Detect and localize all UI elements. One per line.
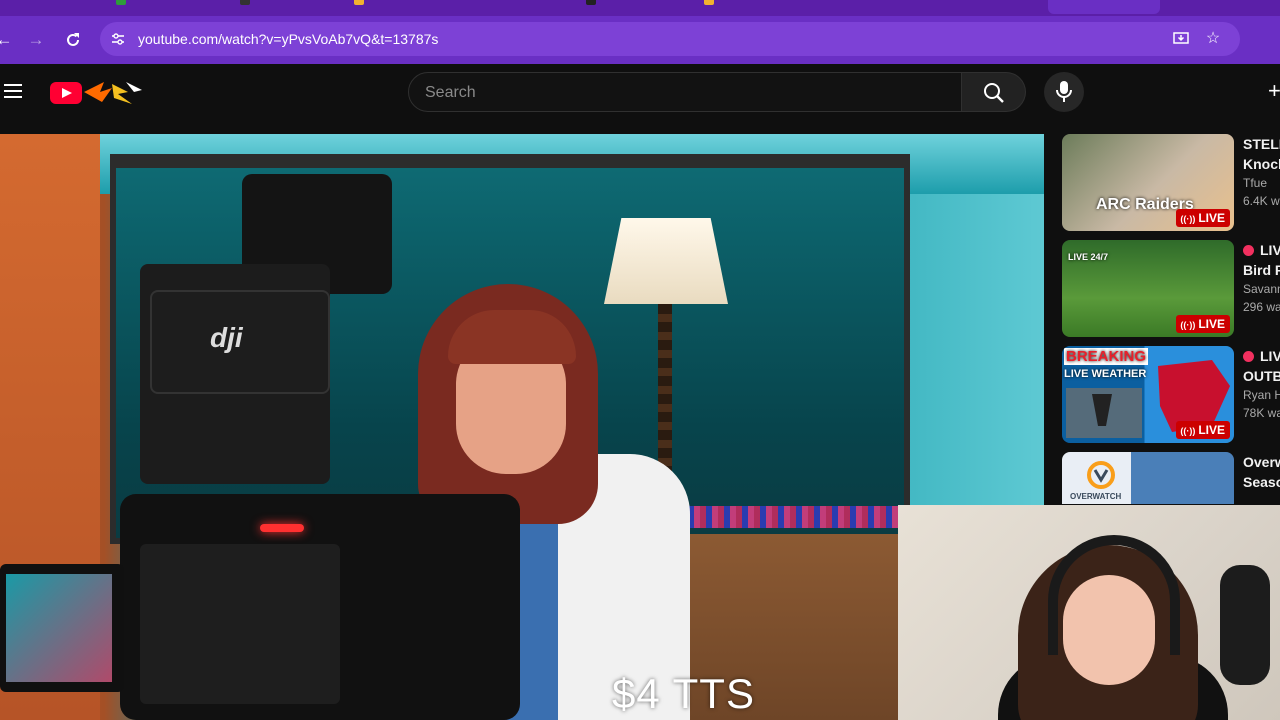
- monitor-image: [6, 574, 112, 682]
- star-icon[interactable]: ☆: [1204, 30, 1222, 48]
- search-placeholder: Search: [425, 84, 476, 101]
- video-thumbnail[interactable]: ARC Raiders LIVE: [1062, 134, 1234, 231]
- search-icon: [984, 83, 1004, 103]
- video-title[interactable]: STELL: [1243, 134, 1280, 154]
- tab-favicon: [704, 0, 714, 5]
- tab-favicon: [240, 0, 250, 5]
- video-scene-dji-device: dji: [150, 290, 330, 394]
- browser-tab[interactable]: [350, 0, 470, 14]
- view-count: 296 wa: [1243, 300, 1280, 314]
- view-count: 6.4K w: [1243, 194, 1280, 208]
- browser-tab[interactable]: [580, 0, 700, 14]
- thumbnail-text: OVERWATCH: [1070, 492, 1122, 501]
- related-video[interactable]: BREAKING LIVE WEATHER LIVE LIV OUTB Ryan…: [1062, 346, 1280, 446]
- youtube-logo[interactable]: [50, 82, 82, 104]
- back-button[interactable]: ←: [0, 28, 16, 52]
- video-scene-lamp: [604, 218, 728, 304]
- forward-button[interactable]: →: [24, 28, 48, 52]
- site-settings-icon[interactable]: [110, 31, 126, 47]
- live-badge: LIVE: [1176, 421, 1230, 439]
- record-light: [260, 524, 304, 532]
- live-indicator-icon: [1243, 351, 1254, 362]
- video-title-line2[interactable]: Bird F: [1243, 260, 1280, 280]
- browser-tab-active[interactable]: [1048, 0, 1160, 14]
- video-meta: STELL Knock Tfue 6.4K w: [1243, 134, 1280, 210]
- video-title[interactable]: LIV: [1243, 346, 1280, 366]
- video-scene-camera: [120, 494, 520, 720]
- video-title[interactable]: Overw: [1243, 452, 1280, 472]
- browser-tab[interactable]: [230, 0, 350, 14]
- headset-icon: [1048, 535, 1180, 655]
- channel-name[interactable]: Ryan H: [1243, 386, 1280, 404]
- arrow-right-icon: →: [27, 30, 45, 49]
- reload-button[interactable]: [61, 28, 85, 52]
- live-badge: LIVE: [1176, 315, 1230, 333]
- create-button[interactable]: +: [1268, 78, 1280, 104]
- voice-search-button[interactable]: [1044, 72, 1084, 112]
- view-count: 78K wa: [1243, 406, 1280, 420]
- microphone-stand: [1220, 565, 1270, 685]
- video-overlay-text: $4 TTS: [612, 670, 755, 717]
- browser-tab[interactable]: [700, 0, 820, 14]
- video-meta: Overw Seaso: [1243, 452, 1280, 492]
- tab-favicon: [586, 0, 596, 5]
- channel-name[interactable]: Savann: [1243, 280, 1280, 298]
- live-badge: LIVE: [1176, 209, 1230, 227]
- browser-toolbar: ← → youtube.com/watch?v=yPvsVoAb7vQ&t=13…: [0, 16, 1280, 64]
- related-video[interactable]: OVERWATCH Overw Seaso: [1062, 452, 1280, 504]
- video-thumbnail[interactable]: LIVE 24/7 LIVE: [1062, 240, 1234, 337]
- video-scene-person-bangs: [448, 310, 576, 364]
- url-text[interactable]: youtube.com/watch?v=yPvsVoAb7vQ&t=13787s: [138, 31, 438, 47]
- address-bar[interactable]: youtube.com/watch?v=yPvsVoAb7vQ&t=13787s…: [100, 22, 1240, 56]
- arrow-left-icon: ←: [0, 30, 13, 49]
- video-title-line2[interactable]: Knock: [1243, 154, 1280, 174]
- channel-name[interactable]: Tfue: [1243, 174, 1280, 192]
- video-title[interactable]: LIV: [1243, 240, 1280, 260]
- video-scene-monitor: [0, 564, 124, 692]
- camera-screen: [140, 544, 340, 704]
- webcam-overlay: [898, 505, 1280, 720]
- overwatch-logo-icon: [1087, 461, 1115, 489]
- video-meta: LIV OUTB Ryan H 78K wa: [1243, 346, 1280, 422]
- related-video[interactable]: LIVE 24/7 LIVE LIV Bird F Savann 296 wa: [1062, 240, 1280, 340]
- video-player[interactable]: dji $4 TTS: [0, 134, 1044, 720]
- tab-favicon: [354, 0, 364, 5]
- video-title-line2[interactable]: Seaso: [1243, 472, 1280, 492]
- video-thumbnail[interactable]: OVERWATCH: [1062, 452, 1234, 504]
- reload-icon: [67, 33, 79, 46]
- search-input[interactable]: Search: [408, 72, 962, 112]
- live-indicator-icon: [1243, 245, 1254, 256]
- tab-favicon: [116, 0, 126, 5]
- install-app-icon[interactable]: [1172, 30, 1190, 48]
- video-title-line2[interactable]: OUTB: [1243, 366, 1280, 386]
- custom-logo-art: [84, 82, 142, 104]
- browser-tab[interactable]: [100, 0, 220, 14]
- video-meta: LIV Bird F Savann 296 wa: [1243, 240, 1280, 316]
- dji-logo: dji: [210, 322, 243, 353]
- youtube-header: Search +: [0, 64, 1280, 120]
- hamburger-menu-icon[interactable]: [4, 84, 22, 98]
- thumbnail-text: LIVE 24/7: [1068, 252, 1109, 262]
- microphone-icon: [1056, 81, 1072, 102]
- video-thumbnail[interactable]: BREAKING LIVE WEATHER LIVE: [1062, 346, 1234, 443]
- search-button[interactable]: [962, 72, 1026, 112]
- related-video[interactable]: ARC Raiders LIVE STELL Knock Tfue 6.4K w: [1062, 134, 1280, 234]
- browser-tab-strip: [0, 0, 1280, 16]
